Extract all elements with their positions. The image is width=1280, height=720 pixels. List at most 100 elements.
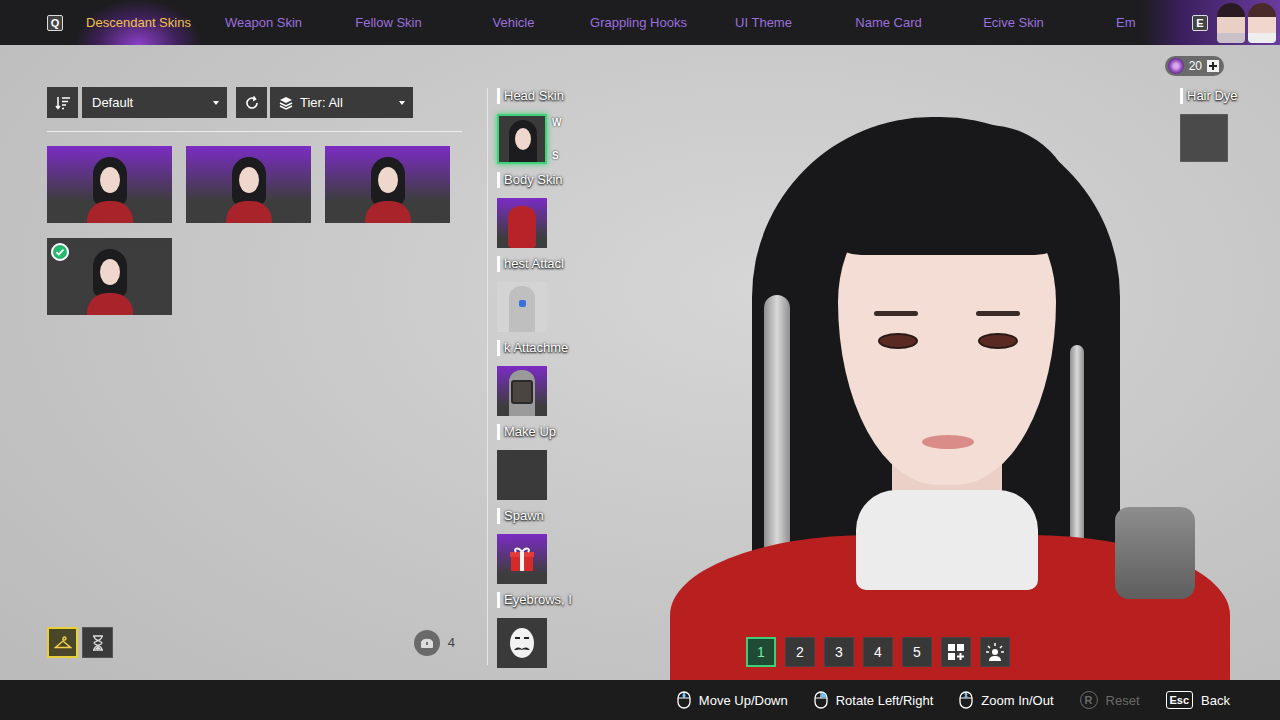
slot-label: Make Up xyxy=(497,424,660,440)
character-collar xyxy=(856,490,1038,590)
add-currency-button[interactable] xyxy=(1207,60,1219,72)
mouse-icon xyxy=(959,691,973,709)
shortcut-key: S xyxy=(552,150,561,161)
preset-button[interactable]: 5 xyxy=(902,637,932,667)
next-tab-key[interactable]: E xyxy=(1192,15,1208,31)
skin-grid xyxy=(47,146,462,315)
controls-bar: Move Up/Down Rotate Left/Right Zoom In/Out… xyxy=(0,680,1280,720)
slot-label: Spawn xyxy=(497,508,660,524)
slot-label: k Attachme xyxy=(497,340,660,356)
chest-icon xyxy=(414,630,440,656)
key-badge: Esc xyxy=(1166,691,1194,709)
customize-screen: Q Descendant SkinsWeapon SkinFellow SkinV… xyxy=(0,0,1280,720)
character-eye xyxy=(878,333,918,349)
skin-card[interactable] xyxy=(186,146,311,223)
separator xyxy=(47,131,462,132)
slot-column: Head Skin WS Body Skin hest Attaclk Attachm… xyxy=(487,88,660,665)
character-brow xyxy=(874,311,918,316)
character-preview[interactable]: 20 Hair Dye 12345 xyxy=(660,45,1280,680)
mouse-icon xyxy=(677,691,691,709)
sort-order-button[interactable] xyxy=(47,87,78,118)
coin-icon xyxy=(1168,58,1184,74)
preset-button[interactable]: 1 xyxy=(746,637,776,667)
skin-card[interactable] xyxy=(47,146,172,223)
control-hint: Rotate Left/Right xyxy=(814,691,934,709)
character-brow xyxy=(976,311,1020,316)
slot-thumbnail[interactable] xyxy=(497,366,547,416)
slot-label: Eyebrows, I xyxy=(497,592,660,608)
category-tab[interactable]: Grappling Hooks xyxy=(576,0,701,45)
refresh-icon xyxy=(244,95,260,111)
hair-dye: Hair Dye xyxy=(1180,88,1238,162)
skin-card[interactable] xyxy=(325,146,450,223)
tier-dropdown[interactable]: Tier: All xyxy=(270,87,413,118)
currency: 20 xyxy=(1165,56,1224,76)
plus-icon xyxy=(1209,62,1217,70)
view-filter-button[interactable] xyxy=(82,627,113,658)
view-filter-button[interactable] xyxy=(47,627,78,658)
slot-item: Spawn xyxy=(497,508,660,592)
control-hint: Move Up/Down xyxy=(677,691,788,709)
hair-fringe xyxy=(946,125,1076,255)
sort-icon xyxy=(55,96,71,110)
event-banner: E xyxy=(1142,0,1280,45)
category-tab[interactable]: Fellow Skin xyxy=(326,0,451,45)
preset-tool-button[interactable] xyxy=(941,637,971,667)
category-tab[interactable]: Name Card xyxy=(826,0,951,45)
slot-keys: WS xyxy=(552,114,561,164)
top-nav: Q Descendant SkinsWeapon SkinFellow SkinV… xyxy=(0,0,1280,45)
prev-tab-key[interactable]: Q xyxy=(47,15,63,31)
slot-item: Body Skin xyxy=(497,172,660,256)
hanger-icon xyxy=(54,636,72,650)
toolbar: Default Tier: All xyxy=(47,87,462,118)
character-lips xyxy=(922,435,974,449)
category-tab[interactable]: UI Theme xyxy=(701,0,826,45)
storage-count: 4 xyxy=(414,630,462,656)
banner-character xyxy=(1248,3,1276,43)
preset-button[interactable]: 3 xyxy=(824,637,854,667)
slot-thumbnail[interactable] xyxy=(497,114,547,164)
preset-button[interactable]: 4 xyxy=(863,637,893,667)
slot-thumbnail[interactable] xyxy=(497,282,547,332)
slot-item: Make Up xyxy=(497,424,660,508)
mouse-icon xyxy=(814,691,828,709)
slot-thumbnail[interactable] xyxy=(497,450,547,500)
slot-thumbnail[interactable] xyxy=(497,534,547,584)
skin-preview xyxy=(363,153,413,223)
control-hint[interactable]: RReset xyxy=(1080,691,1140,709)
gift-icon xyxy=(508,545,536,573)
slot-thumbnail[interactable] xyxy=(497,618,547,668)
slot-item: Eyebrows, I xyxy=(497,592,660,676)
hourglass-icon xyxy=(92,635,104,651)
slot-label: Head Skin xyxy=(497,88,660,104)
main-area: Default Tier: All 4 Head Skin WS Body Skin hes… xyxy=(0,45,1280,680)
category-tabs: Descendant SkinsWeapon SkinFellow SkinVe… xyxy=(76,0,1136,45)
sort-dropdown[interactable]: Default xyxy=(82,87,227,118)
slot-label: Body Skin xyxy=(497,172,660,188)
lighting-icon xyxy=(985,642,1005,662)
skin-card[interactable] xyxy=(47,238,172,315)
category-tab[interactable]: Em xyxy=(1076,0,1136,45)
skin-list-panel: Default Tier: All 4 xyxy=(0,45,487,680)
reset-filter-button[interactable] xyxy=(236,87,267,118)
banner-character xyxy=(1217,3,1245,43)
slot-item: hest Attacl xyxy=(497,256,660,340)
hair-streak xyxy=(1070,345,1084,565)
control-hint: Zoom In/Out xyxy=(959,691,1053,709)
category-tab[interactable]: Weapon Skin xyxy=(201,0,326,45)
hair-dye-label: Hair Dye xyxy=(1180,88,1238,104)
preset-tool-button[interactable] xyxy=(980,637,1010,667)
equipped-badge xyxy=(51,243,69,261)
skin-preview xyxy=(224,153,274,223)
preset-button[interactable]: 2 xyxy=(785,637,815,667)
category-tab[interactable]: Vehicle xyxy=(451,0,576,45)
shoulder-gear xyxy=(1115,507,1195,599)
category-tab[interactable]: Ecive Skin xyxy=(951,0,1076,45)
category-tab[interactable]: Descendant Skins xyxy=(76,0,201,45)
hair-dye-swatch[interactable] xyxy=(1180,114,1228,162)
skin-preview xyxy=(85,153,135,223)
slot-thumbnail[interactable] xyxy=(497,198,547,248)
control-hint[interactable]: EscBack xyxy=(1166,691,1230,709)
add-preset-icon xyxy=(946,642,966,662)
skin-preview xyxy=(85,245,135,315)
